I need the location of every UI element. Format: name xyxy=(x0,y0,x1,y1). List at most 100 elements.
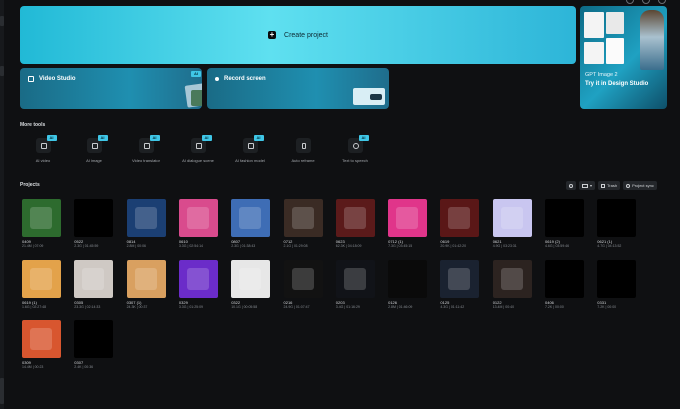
project-thumbnail[interactable] xyxy=(283,199,323,237)
project-meta: 24.9G | 01:07:47 xyxy=(283,304,310,309)
project-preview-image xyxy=(343,207,366,229)
project-thumbnail[interactable] xyxy=(440,199,480,237)
project-preview-image xyxy=(239,267,262,290)
project-thumbnail[interactable] xyxy=(492,259,532,298)
tool-label: Text to speech xyxy=(342,158,368,163)
trash-button[interactable]: Trash xyxy=(598,181,621,190)
projects-actions: ▾ Trash Project sync xyxy=(566,181,657,190)
ai-badge: AI xyxy=(201,135,212,141)
search-button[interactable] xyxy=(566,181,576,190)
project-thumbnail[interactable] xyxy=(231,199,271,237)
project-thumbnail[interactable] xyxy=(22,320,61,358)
project-thumbnail[interactable] xyxy=(22,259,61,298)
project-meta: 3.3G | 01:25:09 xyxy=(178,304,203,309)
project-meta: 14.4M | 00:23 xyxy=(22,365,44,369)
project-thumbnail[interactable] xyxy=(231,259,271,298)
record-icon xyxy=(215,77,219,81)
notification-icon[interactable] xyxy=(642,0,650,4)
promo-banner[interactable]: GPT Image 2 Try it in Design Studio xyxy=(580,6,667,109)
promo-model-image xyxy=(640,10,664,70)
project-preview-image xyxy=(448,207,471,229)
tool-ai-dialogue-scene[interactable]: AI AI dialogue scene xyxy=(170,135,226,163)
tool-label: AI dialogue scene xyxy=(182,158,214,163)
project-thumbnail[interactable] xyxy=(335,259,375,298)
project-thumbnail[interactable] xyxy=(74,199,114,237)
ai-badge: AI xyxy=(253,135,264,141)
project-preview-image xyxy=(291,267,314,290)
promo-card xyxy=(606,38,624,64)
search-icon xyxy=(569,183,573,188)
project-thumbnail[interactable] xyxy=(74,320,114,358)
project-thumbnail[interactable] xyxy=(597,259,637,298)
project-meta: 7.2K | 00:00 xyxy=(545,304,564,309)
ai-badge: AI xyxy=(191,71,201,77)
tool-ai-image[interactable]: AI AI image xyxy=(66,135,122,163)
create-project-button[interactable]: + Create project xyxy=(20,6,576,64)
translate-icon xyxy=(143,143,150,149)
help-icon[interactable] xyxy=(626,0,634,4)
ai-badge: AI xyxy=(358,135,369,141)
project-meta: 2.1G | 01:29:08 xyxy=(283,244,308,248)
project-thumbnail[interactable] xyxy=(440,259,480,298)
promo-card-top xyxy=(584,12,604,38)
tool-label: Auto reframe xyxy=(291,158,315,163)
more-tools-title: More tools xyxy=(20,122,46,128)
project-preview-image xyxy=(30,328,52,350)
project-thumbnail[interactable] xyxy=(178,199,218,237)
project-preview-image xyxy=(291,207,314,229)
project-thumbnail[interactable] xyxy=(388,259,428,298)
tool-label: Video translator xyxy=(132,158,160,163)
project-meta: 4.3G | 01:11:42 xyxy=(440,304,465,309)
trash-icon xyxy=(601,183,606,188)
project-preview-image xyxy=(134,267,157,290)
tool-auto-reframe[interactable]: Auto reframe xyxy=(275,138,331,163)
project-thumbnail[interactable] xyxy=(545,199,584,237)
projects-title: Projects xyxy=(20,182,40,188)
project-preview-image xyxy=(500,207,523,229)
tool-ai-video[interactable]: AI AI video xyxy=(15,135,71,163)
sidebar-handle[interactable] xyxy=(0,378,4,404)
project-thumbnail[interactable] xyxy=(126,199,166,237)
project-thumbnail[interactable] xyxy=(597,199,637,237)
project-meta: 24.3K | 00:37 xyxy=(126,304,148,309)
project-sync-button[interactable]: Project sync xyxy=(623,181,657,190)
project-meta: 2.3G | 01:45:59 xyxy=(74,244,99,248)
video-studio-photo xyxy=(191,90,202,106)
project-thumbnail[interactable] xyxy=(335,199,375,237)
project-thumbnail[interactable] xyxy=(178,259,218,298)
project-preview-image xyxy=(30,207,52,229)
project-thumbnail[interactable] xyxy=(388,199,428,237)
left-sidebar-strip xyxy=(0,0,4,409)
project-thumbnail[interactable] xyxy=(283,259,323,298)
record-screen-tile[interactable]: Record screen xyxy=(207,68,389,109)
ai-badge: AI xyxy=(149,135,160,141)
view-toggle-button[interactable]: ▾ xyxy=(579,181,596,190)
tool-text-to-speech[interactable]: AI Text to speech xyxy=(327,135,383,163)
grid-view-icon xyxy=(582,183,588,188)
record-screen-label: Record screen xyxy=(224,76,266,82)
project-thumbnail[interactable] xyxy=(545,259,584,298)
project-preview-image xyxy=(134,207,157,229)
tool-ai-fashion-model[interactable]: AI AI fashion model xyxy=(222,135,278,163)
settings-icon[interactable] xyxy=(658,0,666,4)
sidebar-handle[interactable] xyxy=(0,16,4,26)
project-thumbnail[interactable] xyxy=(126,259,166,298)
tts-icon xyxy=(352,143,359,149)
project-preview-image xyxy=(500,267,523,290)
trash-label: Trash xyxy=(607,183,618,188)
reframe-icon xyxy=(301,143,306,149)
video-studio-icon xyxy=(28,76,34,82)
project-thumbnail[interactable] xyxy=(74,259,114,298)
project-thumbnail[interactable] xyxy=(492,199,532,237)
tool-video-translator[interactable]: AI Video translator xyxy=(118,135,174,163)
plus-icon: + xyxy=(268,30,277,39)
ai-badge: AI xyxy=(46,135,57,141)
video-studio-tile[interactable]: Video Studio AI xyxy=(20,68,202,109)
sidebar-handle[interactable] xyxy=(0,66,4,76)
project-preview-image xyxy=(186,207,209,229)
project-meta: 21.4M | 07:09 xyxy=(22,244,44,248)
project-meta: 4.9G | 03:23:31 xyxy=(492,244,517,248)
project-preview-image xyxy=(448,267,471,290)
top-toolbar xyxy=(626,0,666,4)
project-thumbnail[interactable] xyxy=(22,199,61,237)
